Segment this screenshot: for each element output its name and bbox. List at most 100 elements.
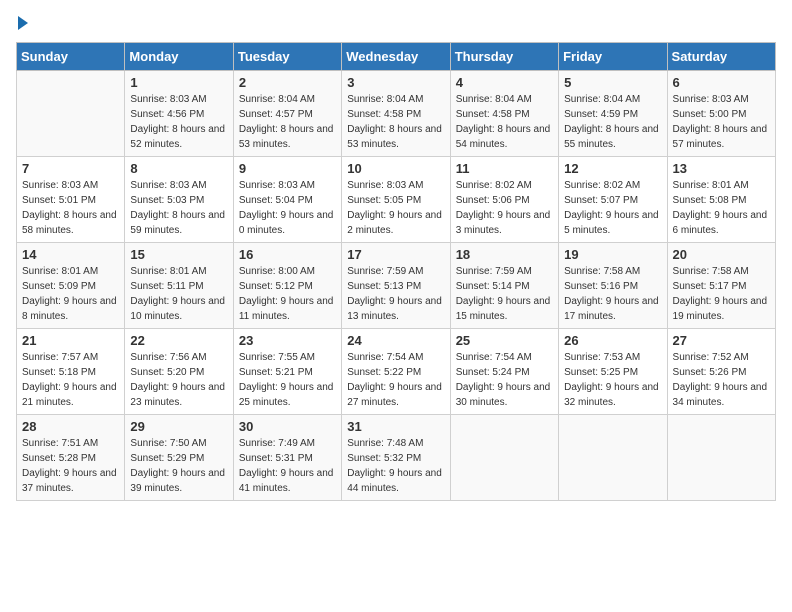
calendar-cell: 23 Sunrise: 7:55 AM Sunset: 5:21 PM Dayl… xyxy=(233,329,341,415)
sunrise-text: Sunrise: 8:03 AM xyxy=(239,180,315,191)
sunset-text: Sunset: 5:06 PM xyxy=(456,195,530,206)
calendar-cell: 2 Sunrise: 8:04 AM Sunset: 4:57 PM Dayli… xyxy=(233,71,341,157)
day-info: Sunrise: 8:01 AM Sunset: 5:09 PM Dayligh… xyxy=(22,264,119,324)
day-info: Sunrise: 7:57 AM Sunset: 5:18 PM Dayligh… xyxy=(22,350,119,410)
sunset-text: Sunset: 5:22 PM xyxy=(347,367,421,378)
sunrise-text: Sunrise: 7:51 AM xyxy=(22,438,98,449)
calendar-cell: 17 Sunrise: 7:59 AM Sunset: 5:13 PM Dayl… xyxy=(342,243,450,329)
day-number: 26 xyxy=(564,333,661,348)
day-info: Sunrise: 7:50 AM Sunset: 5:29 PM Dayligh… xyxy=(130,436,227,496)
day-number: 7 xyxy=(22,161,119,176)
sunrise-text: Sunrise: 8:04 AM xyxy=(239,94,315,105)
daylight-text: Daylight: 8 hours and 59 minutes. xyxy=(130,210,225,236)
sunset-text: Sunset: 5:03 PM xyxy=(130,195,204,206)
daylight-text: Daylight: 9 hours and 39 minutes. xyxy=(130,468,225,494)
sunrise-text: Sunrise: 7:59 AM xyxy=(347,266,423,277)
daylight-text: Daylight: 9 hours and 17 minutes. xyxy=(564,296,659,322)
day-number: 19 xyxy=(564,247,661,262)
sunrise-text: Sunrise: 8:02 AM xyxy=(564,180,640,191)
calendar-cell: 27 Sunrise: 7:52 AM Sunset: 5:26 PM Dayl… xyxy=(667,329,775,415)
daylight-text: Daylight: 8 hours and 53 minutes. xyxy=(347,124,442,150)
day-info: Sunrise: 8:00 AM Sunset: 5:12 PM Dayligh… xyxy=(239,264,336,324)
sunset-text: Sunset: 5:16 PM xyxy=(564,281,638,292)
sunrise-text: Sunrise: 7:54 AM xyxy=(347,352,423,363)
sunset-text: Sunset: 5:09 PM xyxy=(22,281,96,292)
day-info: Sunrise: 8:03 AM Sunset: 5:03 PM Dayligh… xyxy=(130,178,227,238)
sunrise-text: Sunrise: 8:03 AM xyxy=(22,180,98,191)
sunrise-text: Sunrise: 7:49 AM xyxy=(239,438,315,449)
sunset-text: Sunset: 5:32 PM xyxy=(347,453,421,464)
calendar-cell: 26 Sunrise: 7:53 AM Sunset: 5:25 PM Dayl… xyxy=(559,329,667,415)
day-info: Sunrise: 8:01 AM Sunset: 5:08 PM Dayligh… xyxy=(673,178,770,238)
day-info: Sunrise: 7:51 AM Sunset: 5:28 PM Dayligh… xyxy=(22,436,119,496)
calendar-cell: 28 Sunrise: 7:51 AM Sunset: 5:28 PM Dayl… xyxy=(17,415,125,501)
day-number: 1 xyxy=(130,75,227,90)
day-number: 15 xyxy=(130,247,227,262)
day-number: 24 xyxy=(347,333,444,348)
calendar-cell: 20 Sunrise: 7:58 AM Sunset: 5:17 PM Dayl… xyxy=(667,243,775,329)
sunset-text: Sunset: 4:58 PM xyxy=(347,109,421,120)
sunrise-text: Sunrise: 8:02 AM xyxy=(456,180,532,191)
calendar-cell: 10 Sunrise: 8:03 AM Sunset: 5:05 PM Dayl… xyxy=(342,157,450,243)
calendar-week-row: 1 Sunrise: 8:03 AM Sunset: 4:56 PM Dayli… xyxy=(17,71,776,157)
daylight-text: Daylight: 9 hours and 6 minutes. xyxy=(673,210,768,236)
day-number: 23 xyxy=(239,333,336,348)
daylight-text: Daylight: 8 hours and 52 minutes. xyxy=(130,124,225,150)
calendar-cell: 12 Sunrise: 8:02 AM Sunset: 5:07 PM Dayl… xyxy=(559,157,667,243)
day-info: Sunrise: 8:03 AM Sunset: 5:00 PM Dayligh… xyxy=(673,92,770,152)
daylight-text: Daylight: 9 hours and 11 minutes. xyxy=(239,296,334,322)
sunrise-text: Sunrise: 7:58 AM xyxy=(564,266,640,277)
calendar-cell: 29 Sunrise: 7:50 AM Sunset: 5:29 PM Dayl… xyxy=(125,415,233,501)
day-number: 4 xyxy=(456,75,553,90)
calendar-cell: 11 Sunrise: 8:02 AM Sunset: 5:06 PM Dayl… xyxy=(450,157,558,243)
daylight-text: Daylight: 9 hours and 0 minutes. xyxy=(239,210,334,236)
column-header-thursday: Thursday xyxy=(450,43,558,71)
sunrise-text: Sunrise: 8:04 AM xyxy=(564,94,640,105)
sunset-text: Sunset: 5:13 PM xyxy=(347,281,421,292)
day-info: Sunrise: 7:59 AM Sunset: 5:14 PM Dayligh… xyxy=(456,264,553,324)
day-info: Sunrise: 7:52 AM Sunset: 5:26 PM Dayligh… xyxy=(673,350,770,410)
sunrise-text: Sunrise: 8:03 AM xyxy=(673,94,749,105)
daylight-text: Daylight: 9 hours and 25 minutes. xyxy=(239,382,334,408)
calendar-cell: 24 Sunrise: 7:54 AM Sunset: 5:22 PM Dayl… xyxy=(342,329,450,415)
sunset-text: Sunset: 5:20 PM xyxy=(130,367,204,378)
calendar-cell: 22 Sunrise: 7:56 AM Sunset: 5:20 PM Dayl… xyxy=(125,329,233,415)
calendar-week-row: 28 Sunrise: 7:51 AM Sunset: 5:28 PM Dayl… xyxy=(17,415,776,501)
sunrise-text: Sunrise: 7:55 AM xyxy=(239,352,315,363)
sunset-text: Sunset: 4:56 PM xyxy=(130,109,204,120)
calendar-cell xyxy=(450,415,558,501)
sunrise-text: Sunrise: 7:57 AM xyxy=(22,352,98,363)
calendar-cell: 5 Sunrise: 8:04 AM Sunset: 4:59 PM Dayli… xyxy=(559,71,667,157)
calendar-table: SundayMondayTuesdayWednesdayThursdayFrid… xyxy=(16,42,776,501)
day-info: Sunrise: 8:03 AM Sunset: 5:05 PM Dayligh… xyxy=(347,178,444,238)
day-number: 30 xyxy=(239,419,336,434)
day-number: 11 xyxy=(456,161,553,176)
sunset-text: Sunset: 5:31 PM xyxy=(239,453,313,464)
day-info: Sunrise: 7:56 AM Sunset: 5:20 PM Dayligh… xyxy=(130,350,227,410)
calendar-cell: 15 Sunrise: 8:01 AM Sunset: 5:11 PM Dayl… xyxy=(125,243,233,329)
calendar-cell: 31 Sunrise: 7:48 AM Sunset: 5:32 PM Dayl… xyxy=(342,415,450,501)
daylight-text: Daylight: 8 hours and 54 minutes. xyxy=(456,124,551,150)
day-number: 9 xyxy=(239,161,336,176)
calendar-cell: 13 Sunrise: 8:01 AM Sunset: 5:08 PM Dayl… xyxy=(667,157,775,243)
sunset-text: Sunset: 5:24 PM xyxy=(456,367,530,378)
day-number: 27 xyxy=(673,333,770,348)
daylight-text: Daylight: 9 hours and 8 minutes. xyxy=(22,296,117,322)
sunset-text: Sunset: 5:11 PM xyxy=(130,281,203,292)
day-info: Sunrise: 8:02 AM Sunset: 5:06 PM Dayligh… xyxy=(456,178,553,238)
daylight-text: Daylight: 8 hours and 55 minutes. xyxy=(564,124,659,150)
day-info: Sunrise: 7:58 AM Sunset: 5:16 PM Dayligh… xyxy=(564,264,661,324)
sunrise-text: Sunrise: 7:52 AM xyxy=(673,352,749,363)
calendar-cell xyxy=(17,71,125,157)
sunset-text: Sunset: 5:05 PM xyxy=(347,195,421,206)
day-info: Sunrise: 8:03 AM Sunset: 4:56 PM Dayligh… xyxy=(130,92,227,152)
sunset-text: Sunset: 5:04 PM xyxy=(239,195,313,206)
sunset-text: Sunset: 5:25 PM xyxy=(564,367,638,378)
sunrise-text: Sunrise: 8:03 AM xyxy=(347,180,423,191)
sunrise-text: Sunrise: 7:53 AM xyxy=(564,352,640,363)
daylight-text: Daylight: 8 hours and 57 minutes. xyxy=(673,124,768,150)
day-info: Sunrise: 7:54 AM Sunset: 5:24 PM Dayligh… xyxy=(456,350,553,410)
day-info: Sunrise: 7:54 AM Sunset: 5:22 PM Dayligh… xyxy=(347,350,444,410)
sunrise-text: Sunrise: 7:48 AM xyxy=(347,438,423,449)
sunrise-text: Sunrise: 8:01 AM xyxy=(673,180,749,191)
